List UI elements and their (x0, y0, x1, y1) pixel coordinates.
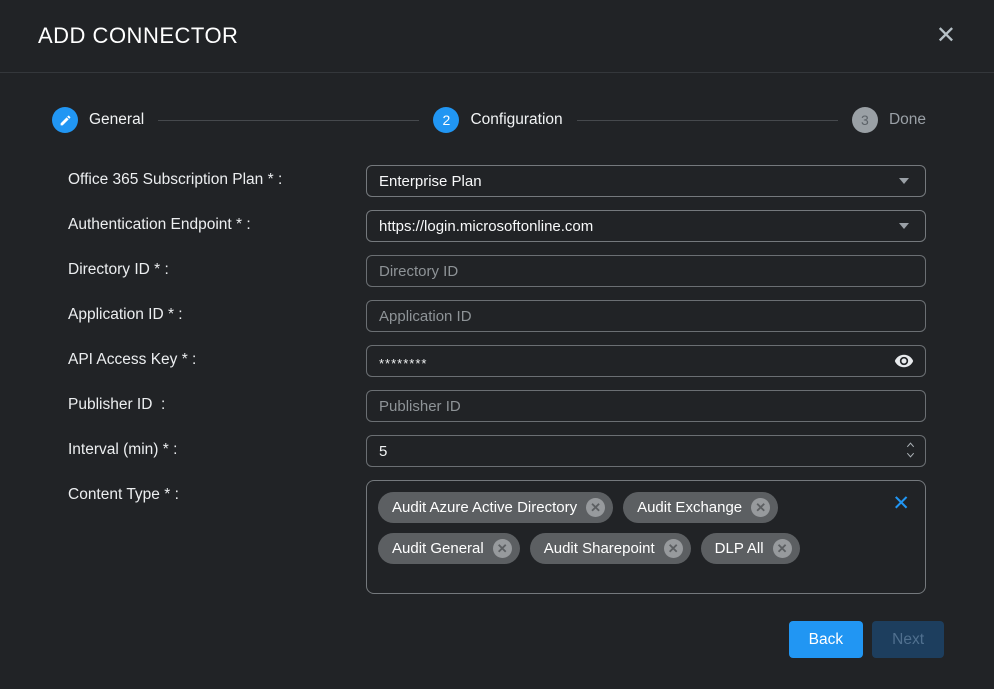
footer-actions: Back Next (0, 607, 994, 658)
step-3-badge: 3 (852, 107, 878, 133)
next-button[interactable]: Next (872, 621, 944, 658)
step-general-label: General (89, 111, 144, 129)
form-row-interval: Interval (min) * : (68, 435, 994, 467)
tag-label: Audit Azure Active Directory (392, 499, 577, 516)
remove-tag-icon[interactable]: ✕ (586, 498, 605, 517)
close-icon[interactable]: ✕ (928, 20, 964, 52)
chevron-down-icon (905, 450, 916, 460)
content-type-multiselect[interactable]: Audit Azure Active Directory ✕ Audit Exc… (366, 480, 926, 594)
remove-tag-icon[interactable]: ✕ (773, 539, 792, 558)
configuration-form: Office 365 Subscription Plan * : Enterpr… (0, 165, 994, 594)
directory-id-input[interactable] (366, 255, 926, 287)
form-row-application-id: Application ID * : (68, 300, 994, 332)
form-row-directory-id: Directory ID * : (68, 255, 994, 287)
tag-label: Audit Exchange (637, 499, 742, 516)
form-row-api-access-key: API Access Key * : (68, 345, 994, 377)
step-done-label: Done (889, 111, 926, 129)
application-id-input[interactable] (366, 300, 926, 332)
remove-tag-icon[interactable]: ✕ (493, 539, 512, 558)
auth-endpoint-select[interactable]: https://login.microsoftonline.com (366, 210, 926, 242)
interval-input[interactable] (366, 435, 926, 467)
directory-id-label: Directory ID * : (68, 255, 366, 279)
tag-label: DLP All (715, 540, 764, 557)
chevron-up-icon (905, 440, 916, 450)
wizard-stepper: General 2 Configuration 3 Done (52, 107, 926, 133)
step-configuration[interactable]: 2 Configuration (433, 107, 562, 133)
step-2-badge: 2 (433, 107, 459, 133)
modal-header: ADD CONNECTOR ✕ (0, 0, 994, 73)
form-row-subscription-plan: Office 365 Subscription Plan * : Enterpr… (68, 165, 994, 197)
number-stepper[interactable] (905, 440, 916, 460)
interval-label: Interval (min) * : (68, 435, 366, 459)
step-connector-line (577, 120, 838, 121)
subscription-plan-label: Office 365 Subscription Plan * : (68, 165, 366, 189)
content-type-label: Content Type * : (68, 480, 366, 504)
step-configuration-label: Configuration (470, 111, 562, 129)
step-done: 3 Done (852, 107, 926, 133)
tag-label: Audit General (392, 540, 484, 557)
chevron-down-icon (899, 178, 909, 184)
application-id-label: Application ID * : (68, 300, 366, 324)
form-row-content-type: Content Type * : Audit Azure Active Dire… (68, 480, 994, 594)
back-button[interactable]: Back (789, 621, 863, 658)
tag-audit-exchange: Audit Exchange ✕ (623, 492, 778, 523)
tag-audit-general: Audit General ✕ (378, 533, 520, 564)
tag-dlp-all: DLP All ✕ (701, 533, 800, 564)
clear-all-icon[interactable]: ✕ (892, 493, 910, 514)
tag-label: Audit Sharepoint (544, 540, 655, 557)
selected-tags: Audit Azure Active Directory ✕ Audit Exc… (378, 492, 885, 564)
auth-endpoint-value: https://login.microsoftonline.com (379, 218, 593, 235)
step-connector-line (158, 120, 419, 121)
remove-tag-icon[interactable]: ✕ (664, 539, 683, 558)
step-general[interactable]: General (52, 107, 144, 133)
auth-endpoint-label: Authentication Endpoint * : (68, 210, 366, 234)
remove-tag-icon[interactable]: ✕ (751, 498, 770, 517)
subscription-plan-value: Enterprise Plan (379, 173, 482, 190)
tag-audit-sharepoint: Audit Sharepoint ✕ (530, 533, 691, 564)
publisher-id-input[interactable] (366, 390, 926, 422)
page-title: ADD CONNECTOR (38, 23, 238, 49)
tag-audit-azure-active-directory: Audit Azure Active Directory ✕ (378, 492, 613, 523)
api-access-key-label: API Access Key * : (68, 345, 366, 369)
eye-icon[interactable] (894, 351, 914, 371)
subscription-plan-select[interactable]: Enterprise Plan (366, 165, 926, 197)
form-row-publisher-id: Publisher ID : (68, 390, 994, 422)
form-row-auth-endpoint: Authentication Endpoint * : https://logi… (68, 210, 994, 242)
api-access-key-input[interactable] (366, 345, 926, 377)
publisher-id-label: Publisher ID : (68, 390, 366, 414)
pencil-icon (52, 107, 78, 133)
chevron-down-icon (899, 223, 909, 229)
